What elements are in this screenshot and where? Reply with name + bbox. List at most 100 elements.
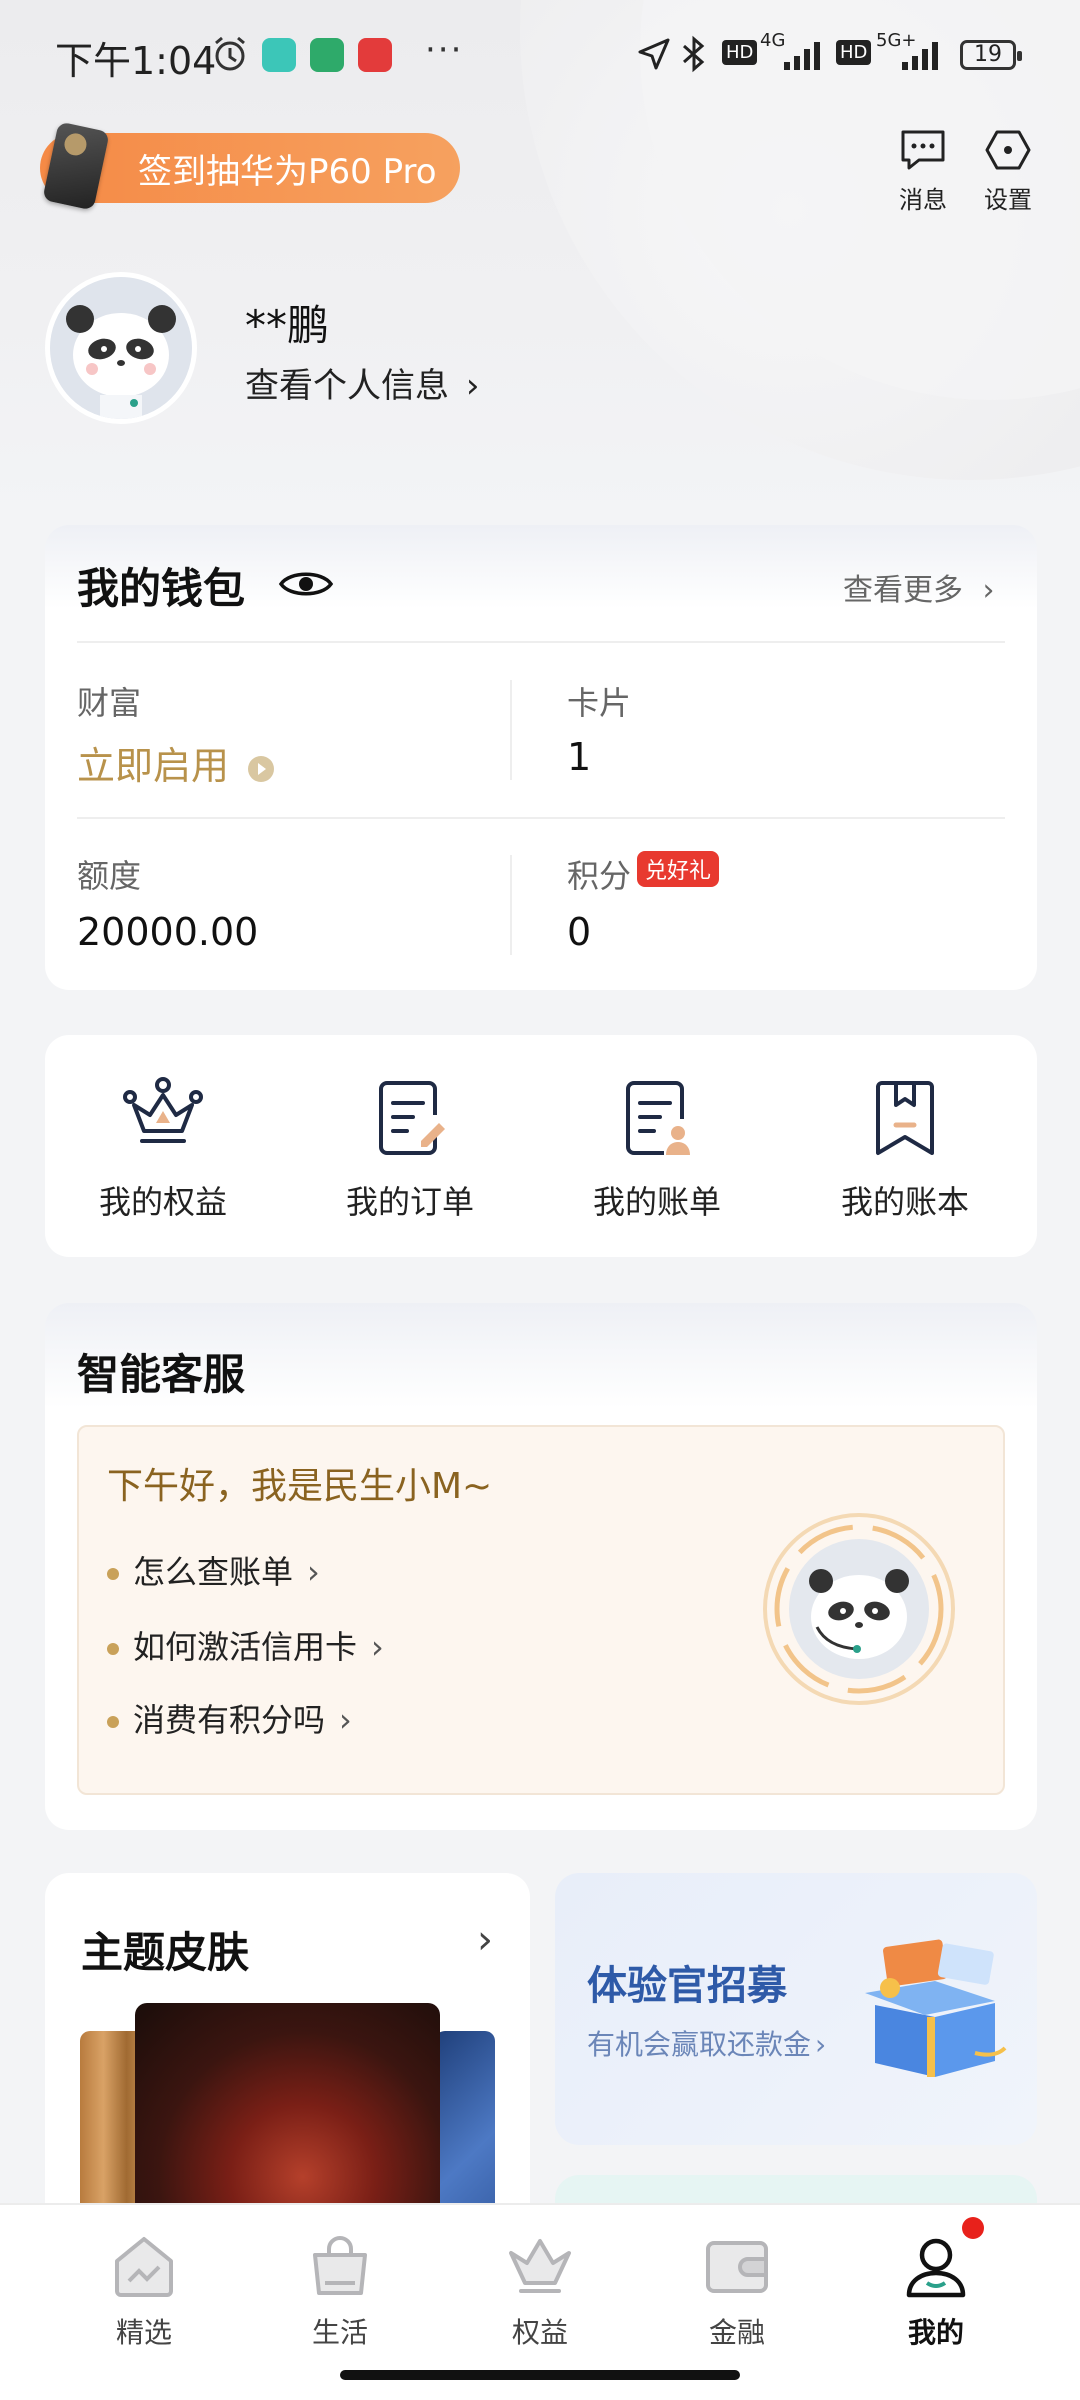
faq-text: 怎么查账单 (133, 1553, 294, 1591)
wallet-more-link[interactable]: 查看更多 › (843, 565, 995, 609)
order-edit-icon (379, 1081, 445, 1155)
skin-title: 主题皮肤 (81, 1928, 250, 1977)
crown-tab-icon (509, 2239, 571, 2293)
hd-badge-2: HD (836, 40, 872, 65)
wealth-value: 立即启用 (77, 744, 230, 788)
quick-link-label: 我的账单 (592, 1183, 721, 1221)
chevron-right-icon: › (307, 1553, 320, 1591)
ledger-book-icon (876, 1081, 934, 1155)
quick-link-bills[interactable]: 我的账单 (557, 1075, 757, 1223)
shield-app-icon (310, 38, 344, 72)
user-tab-icon (906, 2238, 966, 2298)
faq-text: 消费有积分吗 (133, 1701, 326, 1739)
status-time: 下午1:04 (55, 39, 217, 83)
wallet-title: 我的钱包 (77, 564, 246, 613)
app-notification-icon (262, 38, 296, 72)
service-title: 智能客服 (77, 1350, 246, 1399)
tab-label: 权益 (511, 2316, 568, 2349)
quick-link-label: 我的权益 (98, 1183, 227, 1221)
tab-label: 精选 (115, 2316, 172, 2349)
bill-user-icon (626, 1081, 690, 1155)
chevron-right-icon: › (982, 573, 995, 608)
messages-label: 消息 (899, 186, 947, 214)
limit-value[interactable]: 20000.00 (77, 910, 258, 954)
promo-label: 签到抽华为P60 Pro (138, 151, 437, 192)
chevron-right-icon: › (465, 366, 480, 406)
wealth-activate-link[interactable]: 立即启用 (77, 735, 275, 790)
home-icon (115, 2237, 173, 2297)
recruit-subtitle-row: 有机会赢取还款金 › (587, 2023, 826, 2063)
bullet-dot (107, 1643, 119, 1655)
messages-button[interactable]: 消息 (878, 128, 968, 215)
wallet-tab-icon (706, 2241, 768, 2293)
user-name: **鹏 (245, 301, 330, 350)
tab-label: 我的 (907, 2316, 964, 2349)
chevron-right-icon: › (339, 1701, 352, 1739)
alarm-icon (215, 36, 245, 71)
service-bot-avatar-icon[interactable] (759, 1509, 959, 1709)
play-circle-icon (248, 755, 275, 782)
quick-link-label: 我的订单 (345, 1183, 474, 1221)
recruit-title: 体验官招募 (587, 1963, 787, 2009)
wallet-more-label: 查看更多 (843, 573, 963, 608)
tab-benefits[interactable]: 权益 (470, 2233, 610, 2351)
faq-text: 如何激活信用卡 (133, 1628, 358, 1666)
bullet-dot (107, 1568, 119, 1580)
quick-link-ledger[interactable]: 我的账本 (805, 1075, 1005, 1223)
tab-finance[interactable]: 金融 (667, 2233, 807, 2351)
wallet-card: 我的钱包 查看更多 › 财富 立即启用 卡片 1 额度 20000.00 积分兑… (45, 525, 1037, 990)
quick-link-benefits[interactable]: 我的权益 (63, 1075, 263, 1223)
eye-icon[interactable] (278, 567, 334, 601)
recruit-subtitle: 有机会赢取还款金 (587, 2028, 812, 2061)
redeem-gift-badge[interactable]: 兑好礼 (637, 851, 720, 887)
shopping-bag-icon (313, 2236, 367, 2295)
points-value[interactable]: 0 (567, 910, 591, 954)
wealth-label: 财富 (77, 684, 142, 722)
faq-item[interactable]: 消费有积分吗 › (107, 1695, 352, 1741)
bullet-dot (107, 1716, 119, 1728)
cards-label: 卡片 (567, 684, 632, 722)
location-icon (638, 38, 670, 70)
tab-label: 金融 (708, 2316, 765, 2349)
service-chat-box: 下午好，我是民生小M~ 怎么查账单 › 如何激活信用卡 › 消费有积分吗 › (77, 1425, 1005, 1795)
gift-box-icon (865, 1939, 1007, 2077)
tab-label: 生活 (311, 2316, 368, 2349)
chevron-right-icon: › (477, 1917, 493, 1963)
quick-links-card: 我的权益 我的订单 我的账单 我的账本 (45, 1035, 1037, 1257)
battery-icon: 19 (960, 40, 1022, 70)
quick-link-label: 我的账本 (840, 1183, 969, 1221)
points-label-row: 积分 兑好礼 (567, 851, 720, 897)
hd-badge: HD (722, 40, 758, 65)
tab-featured[interactable]: 精选 (74, 2233, 214, 2351)
settings-icon (985, 130, 1031, 170)
bluetooth-icon (683, 35, 705, 73)
view-profile-label: 查看个人信息 (245, 366, 449, 406)
limit-label: 额度 (77, 857, 142, 895)
faq-item[interactable]: 如何激活信用卡 › (107, 1622, 384, 1668)
quick-link-orders[interactable]: 我的订单 (310, 1075, 510, 1223)
settings-button[interactable]: 设置 (963, 128, 1053, 215)
crown-icon (123, 1077, 203, 1143)
notification-dot (962, 2217, 984, 2239)
signal-icon-2 (902, 42, 938, 70)
cards-value[interactable]: 1 (567, 735, 591, 779)
more-notifications-icon: ··· (425, 30, 464, 70)
news-app-icon (358, 38, 392, 72)
chevron-right-icon: › (815, 2028, 827, 2061)
chevron-right-icon: › (371, 1628, 384, 1666)
faq-item[interactable]: 怎么查账单 › (107, 1547, 320, 1593)
tab-mine[interactable]: 我的 (866, 2233, 1006, 2351)
signal-icon (784, 42, 820, 70)
tester-recruit-banner[interactable]: 体验官招募 有机会赢取还款金 › (555, 1873, 1037, 2145)
panda-avatar-icon (50, 277, 192, 419)
settings-label: 设置 (984, 186, 1032, 214)
home-indicator (340, 2370, 740, 2380)
view-profile-link[interactable]: 查看个人信息 › (245, 358, 479, 407)
tab-life[interactable]: 生活 (270, 2233, 410, 2351)
message-icon (901, 130, 945, 170)
service-greeting: 下午好，我是民生小M~ (107, 1466, 493, 1507)
points-label: 积分 (567, 857, 632, 895)
status-bar: 下午1:04 ··· HD 4G HD 5G+ 19 (0, 0, 1080, 110)
avatar[interactable] (45, 272, 197, 424)
smart-service-card: 智能客服 下午好，我是民生小M~ 怎么查账单 › 如何激活信用卡 › 消费有积分吗 › (45, 1303, 1037, 1830)
